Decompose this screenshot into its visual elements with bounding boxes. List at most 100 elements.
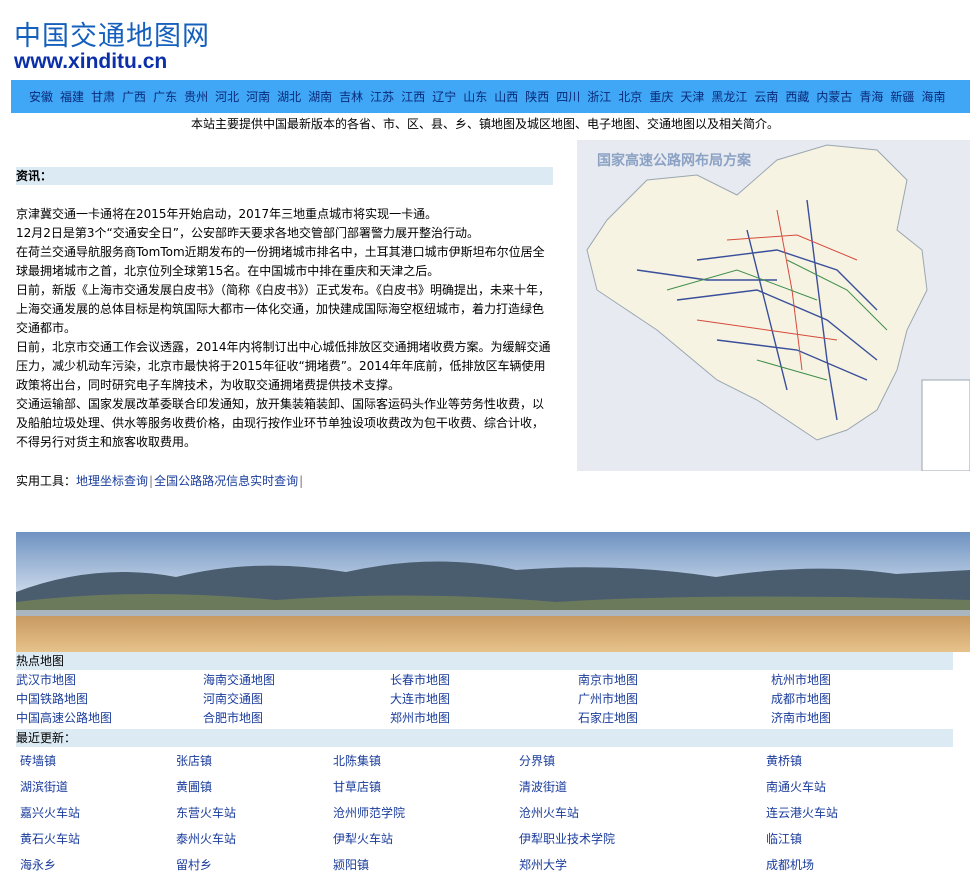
recent-row: 湖滨街道 黄圃镇 甘草店镇 清波街道 南通火车站 xyxy=(20,777,960,803)
hot-map-link[interactable]: 中国铁路地图 xyxy=(16,690,88,709)
separator: | xyxy=(149,474,154,488)
separator: | xyxy=(299,474,304,488)
recent-link[interactable]: 留村乡 xyxy=(176,855,212,875)
recent-row: 海永乡 留村乡 颍阳镇 郑州大学 成都机场 xyxy=(20,855,960,881)
news-item: 交通运输部、国家发展改革委联合印发通知，放开集装箱装卸、国际客运码头作业等劳务性… xyxy=(16,397,545,449)
nav-province[interactable]: 天津 xyxy=(680,88,704,105)
nav-province[interactable]: 山东 xyxy=(463,88,487,105)
recent-link[interactable]: 郑州大学 xyxy=(519,855,567,875)
hot-map-link[interactable]: 广州市地图 xyxy=(578,690,638,709)
hot-map-link[interactable]: 大连市地图 xyxy=(390,690,450,709)
recent-link[interactable]: 颍阳镇 xyxy=(333,855,369,875)
nav-province[interactable]: 黑龙江 xyxy=(711,88,747,105)
recent-row: 黄石火车站 泰州火车站 伊犁火车站 伊犁职业技术学院 临江镇 xyxy=(20,829,960,855)
recent-link[interactable]: 伊犁火车站 xyxy=(333,829,393,849)
hot-map-link[interactable]: 武汉市地图 xyxy=(16,671,76,690)
nav-province[interactable]: 青海 xyxy=(859,88,883,105)
recent-link[interactable]: 北陈集镇 xyxy=(333,751,381,771)
hot-map-link[interactable]: 济南市地图 xyxy=(771,709,831,728)
recent-link[interactable]: 张店镇 xyxy=(176,751,212,771)
hot-maps-grid: 武汉市地图 海南交通地图 长春市地图 南京市地图 杭州市地图 中国铁路地图 河南… xyxy=(16,671,956,728)
hot-maps-row: 武汉市地图 海南交通地图 长春市地图 南京市地图 杭州市地图 xyxy=(16,671,956,690)
hot-map-link[interactable]: 成都市地图 xyxy=(771,690,831,709)
recent-link[interactable]: 分界镇 xyxy=(519,751,555,771)
nav-province[interactable]: 湖南 xyxy=(308,88,332,105)
recent-link[interactable]: 湖滨街道 xyxy=(20,777,68,797)
recent-link[interactable]: 海永乡 xyxy=(20,855,56,875)
recent-link[interactable]: 连云港火车站 xyxy=(766,803,838,823)
hot-maps-row: 中国高速公路地图 合肥市地图 郑州市地图 石家庄地图 济南市地图 xyxy=(16,709,956,728)
hot-map-link[interactable]: 河南交通图 xyxy=(203,690,263,709)
recent-link[interactable]: 黄石火车站 xyxy=(20,829,80,849)
recent-link[interactable]: 砖墙镇 xyxy=(20,751,56,771)
recent-row: 嘉兴火车站 东营火车站 沧州师范学院 沧州火车站 连云港火车站 xyxy=(20,803,960,829)
hot-map-link[interactable]: 长春市地图 xyxy=(390,671,450,690)
recent-link[interactable]: 临江镇 xyxy=(766,829,802,849)
recent-link[interactable]: 黄圃镇 xyxy=(176,777,212,797)
hot-map-link[interactable]: 中国高速公路地图 xyxy=(16,709,112,728)
nav-province[interactable]: 贵州 xyxy=(184,88,208,105)
nav-province[interactable]: 江苏 xyxy=(370,88,394,105)
recent-updates-header: 最近更新： xyxy=(16,729,953,747)
recent-link[interactable]: 嘉兴火车站 xyxy=(20,803,80,823)
nav-province[interactable]: 吉林 xyxy=(339,88,363,105)
nav-province[interactable]: 福建 xyxy=(60,88,84,105)
hot-map-link[interactable]: 合肥市地图 xyxy=(203,709,263,728)
nav-province[interactable]: 安徽 xyxy=(29,88,53,105)
recent-updates-grid: 砖墙镇 张店镇 北陈集镇 分界镇 黄桥镇 湖滨街道 黄圃镇 甘草店镇 清波街道 … xyxy=(20,751,960,881)
hot-map-link[interactable]: 海南交通地图 xyxy=(203,671,275,690)
recent-link[interactable]: 沧州师范学院 xyxy=(333,803,405,823)
nav-province[interactable]: 甘肃 xyxy=(91,88,115,105)
nav-province[interactable]: 云南 xyxy=(754,88,778,105)
news-list: 京津冀交通一卡通将在2015年开始启动，2017年三地重点城市将实现一卡通。 1… xyxy=(16,205,553,452)
news-item: 日前，北京市交通工作会议透露，2014年内将制订出中心城低排放区交通拥堵收费方案… xyxy=(16,340,551,392)
recent-link[interactable]: 东营火车站 xyxy=(176,803,236,823)
nav-province[interactable]: 西藏 xyxy=(785,88,809,105)
recent-link[interactable]: 黄桥镇 xyxy=(766,751,802,771)
tools-label: 实用工具： xyxy=(16,474,77,488)
nav-province[interactable]: 湖北 xyxy=(277,88,301,105)
highway-map-image[interactable]: 国家高速公路网布局方案 xyxy=(577,140,970,471)
nav-province[interactable]: 山西 xyxy=(494,88,518,105)
nav-province[interactable]: 四川 xyxy=(556,88,580,105)
recent-link[interactable]: 成都机场 xyxy=(766,855,814,875)
nav-province[interactable]: 北京 xyxy=(618,88,642,105)
hot-map-link[interactable]: 郑州市地图 xyxy=(390,709,450,728)
banner-image xyxy=(16,532,970,652)
news-item: 日前，新版《上海市交通发展白皮书》（简称《白皮书》）正式发布。《白皮书》明确提出… xyxy=(16,283,551,335)
recent-row: 砖墙镇 张店镇 北陈集镇 分界镇 黄桥镇 xyxy=(20,751,960,777)
nav-province[interactable]: 广东 xyxy=(153,88,177,105)
hot-maps-header: 热点地图 xyxy=(16,652,953,670)
hot-map-link[interactable]: 杭州市地图 xyxy=(771,671,831,690)
recent-link[interactable]: 南通火车站 xyxy=(766,777,826,797)
site-logo-url[interactable]: www.xinditu.cn xyxy=(14,50,167,74)
news-header: 资讯： xyxy=(16,167,553,185)
hot-maps-row: 中国铁路地图 河南交通图 大连市地图 广州市地图 成都市地图 xyxy=(16,690,956,709)
news-item: 12月2日是第3个“交通安全日”，公安部昨天要求各地交管部门部署警力展开整治行动… xyxy=(16,226,479,240)
nav-province[interactable]: 河北 xyxy=(215,88,239,105)
map-title: 国家高速公路网布局方案 xyxy=(597,152,752,169)
site-logo-text[interactable]: 中国交通地图网 xyxy=(14,14,210,53)
tools-row: 实用工具：地理坐标查询|全国公路路况信息实时查询| xyxy=(16,472,304,489)
nav-province[interactable]: 内蒙古 xyxy=(816,88,852,105)
tool-link-road-status[interactable]: 全国公路路况信息实时查询 xyxy=(154,474,298,488)
recent-link[interactable]: 沧州火车站 xyxy=(519,803,579,823)
tool-link-coordinates[interactable]: 地理坐标查询 xyxy=(76,474,148,488)
nav-province[interactable]: 浙江 xyxy=(587,88,611,105)
recent-link[interactable]: 清波街道 xyxy=(519,777,567,797)
nav-province[interactable]: 海南 xyxy=(921,88,945,105)
nav-province[interactable]: 新疆 xyxy=(890,88,914,105)
hot-map-link[interactable]: 石家庄地图 xyxy=(578,709,638,728)
recent-link[interactable]: 泰州火车站 xyxy=(176,829,236,849)
recent-link[interactable]: 甘草店镇 xyxy=(333,777,381,797)
nav-province[interactable]: 河南 xyxy=(246,88,270,105)
nav-province[interactable]: 江西 xyxy=(401,88,425,105)
nav-province[interactable]: 陕西 xyxy=(525,88,549,105)
nav-province[interactable]: 重庆 xyxy=(649,88,673,105)
recent-link[interactable]: 伊犁职业技术学院 xyxy=(519,829,615,849)
nav-province[interactable]: 广西 xyxy=(122,88,146,105)
province-navbar: 安徽 福建 甘肃 广西 广东 贵州 河北 河南 湖北 湖南 吉林 江苏 江西 辽… xyxy=(11,80,970,113)
hot-map-link[interactable]: 南京市地图 xyxy=(578,671,638,690)
news-item: 京津冀交通一卡通将在2015年开始启动，2017年三地重点城市将实现一卡通。 xyxy=(16,207,438,221)
nav-province[interactable]: 辽宁 xyxy=(432,88,456,105)
